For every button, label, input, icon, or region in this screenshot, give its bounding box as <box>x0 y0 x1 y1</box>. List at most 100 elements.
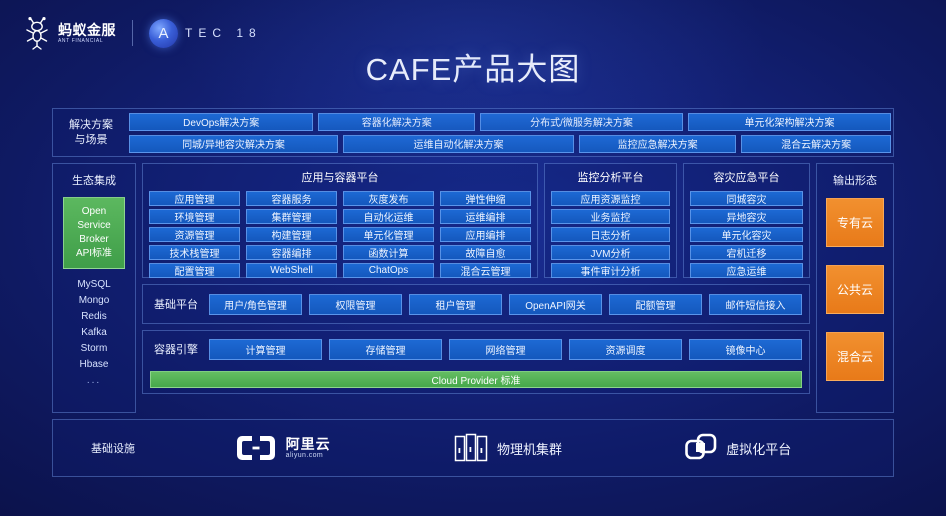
monitoring-item[interactable]: 日志分析 <box>551 227 670 242</box>
infrastructure-band: 基础设施 阿里云 aliyun.com 物理机集群 虚拟化平台 <box>52 419 894 477</box>
app-platform-item[interactable]: 容器服务 <box>246 191 337 206</box>
ant-financial-name-cn: 蚂蚁金服 <box>58 21 116 38</box>
solution-chip[interactable]: 混合云解决方案 <box>741 134 891 153</box>
disaster-recovery-platform: 容灾应急平台 同城容灾 异地容灾 单元化容灾 宕机迁移 应急运维 <box>683 163 810 278</box>
container-engine-item[interactable]: 网络管理 <box>449 338 562 360</box>
cloud-provider-standard-bar: Cloud Provider 标准 <box>150 371 802 388</box>
container-engine-block: 容器引擎 计算管理 存储管理 网络管理 资源调度 镜像中心 Cloud Prov… <box>142 330 810 394</box>
output-forms-title: 输出形态 <box>833 175 877 187</box>
solution-chip[interactable]: 同城/异地容灾解决方案 <box>129 134 338 153</box>
base-platform-item[interactable]: 租户管理 <box>409 293 502 315</box>
app-platform-item[interactable]: 单元化管理 <box>343 227 434 242</box>
server-rack-icon <box>454 433 488 462</box>
ecosystem-item: Kafka <box>81 327 107 338</box>
app-platform-item[interactable]: 环境管理 <box>149 209 240 224</box>
ecosystem-column: 生态集成 Open Service Broker API标准 MySQL Mon… <box>52 163 136 413</box>
solutions-label-line1: 解决方案 <box>69 118 113 131</box>
aliyun-name-cn: 阿里云 <box>285 435 331 452</box>
container-engine-label: 容器引擎 <box>154 344 198 356</box>
solutions-label-line2: 与场景 <box>74 133 108 146</box>
solution-chip[interactable]: 运维自动化解决方案 <box>342 134 575 153</box>
osb-line: API标准 <box>75 248 113 259</box>
solution-chip[interactable]: 监控应急解决方案 <box>579 134 737 153</box>
app-platform-item[interactable]: 混合云管理 <box>440 263 531 278</box>
dr-item[interactable]: 应急运维 <box>690 263 803 278</box>
dr-item[interactable]: 异地容灾 <box>690 209 803 224</box>
middle-region: 生态集成 Open Service Broker API标准 MySQL Mon… <box>52 163 894 413</box>
virtualization-entry: 虚拟化平台 <box>685 433 791 463</box>
osb-line: Broker <box>79 234 109 245</box>
osb-line: Service <box>77 220 111 231</box>
aliyun-entry: 阿里云 aliyun.com <box>235 433 331 463</box>
app-platform-item[interactable]: 构建管理 <box>246 227 337 242</box>
app-platform-item[interactable]: 集群管理 <box>246 209 337 224</box>
physical-cluster-label: 物理机集群 <box>496 441 562 457</box>
ant-financial-name-en: ANT FINANCIAL <box>58 37 104 44</box>
app-platform-item[interactable]: 灰度发布 <box>343 191 434 206</box>
solutions-band: 解决方案 与场景 DevOps解决方案 容器化解决方案 分布式/微服务解决方案 … <box>52 108 894 157</box>
monitoring-item[interactable]: JVM分析 <box>551 245 670 260</box>
base-platform-item[interactable]: 权限管理 <box>309 293 402 315</box>
aliyun-cloud-icon <box>236 436 275 460</box>
base-platform-item[interactable]: 邮件短信接入 <box>709 293 802 315</box>
app-platform-item[interactable]: 自动化运维 <box>343 209 434 224</box>
ecosystem-title: 生态集成 <box>72 175 116 187</box>
output-form-item[interactable]: 混合云 <box>826 332 884 381</box>
app-platform-item[interactable]: 弹性伸缩 <box>440 191 531 206</box>
dr-platform-title: 容灾应急平台 <box>713 172 780 184</box>
solution-chip[interactable]: DevOps解决方案 <box>129 112 314 131</box>
solutions-row-1: DevOps解决方案 容器化解决方案 分布式/微服务解决方案 单元化架构解决方案 <box>129 112 892 131</box>
app-platform-item[interactable]: 技术栈管理 <box>149 245 240 260</box>
monitoring-item[interactable]: 业务监控 <box>551 209 670 224</box>
ecosystem-item: Mongo <box>78 295 110 306</box>
monitoring-item[interactable]: 应用资源监控 <box>551 191 670 206</box>
solution-chip[interactable]: 单元化架构解决方案 <box>688 112 892 131</box>
container-engine-item[interactable]: 计算管理 <box>209 338 322 360</box>
container-engine-row: 容器引擎 计算管理 存储管理 网络管理 资源调度 镜像中心 <box>143 331 809 367</box>
solution-chip[interactable]: 容器化解决方案 <box>318 112 476 131</box>
app-container-platform: 应用与容器平台 应用管理 容器服务 灰度发布 弹性伸缩 环境管理 集群管理 自动… <box>142 163 538 278</box>
app-platform-title: 应用与容器平台 <box>301 172 379 184</box>
brand-divider <box>132 20 133 46</box>
app-platform-item[interactable]: 函数计算 <box>343 245 434 260</box>
base-platform-row: 基础平台 用户/角色管理 权限管理 租户管理 OpenAPI网关 配额管理 邮件… <box>142 284 810 324</box>
virtualization-label: 虚拟化平台 <box>726 441 792 457</box>
app-platform-item[interactable]: 配置管理 <box>149 263 240 278</box>
container-engine-item[interactable]: 镜像中心 <box>689 338 802 360</box>
page-title: CAFE产品大图 <box>365 52 581 87</box>
app-platform-item[interactable]: 应用编排 <box>440 227 531 242</box>
infrastructure-label: 基础设施 <box>91 443 135 455</box>
atec-letter: A <box>158 24 169 42</box>
osb-line: Open <box>81 206 107 217</box>
output-form-item[interactable]: 公共云 <box>826 265 884 314</box>
app-platform-item[interactable]: 应用管理 <box>149 191 240 206</box>
app-platform-item[interactable]: 容器编排 <box>246 245 337 260</box>
base-platform-item[interactable]: 用户/角色管理 <box>209 293 302 315</box>
ecosystem-item-more: ... <box>86 375 102 386</box>
virtualization-icon <box>685 433 717 460</box>
dr-item[interactable]: 同城容灾 <box>690 191 803 206</box>
ecosystem-item: Hbase <box>79 359 109 370</box>
app-platform-item[interactable]: 故障自愈 <box>440 245 531 260</box>
open-service-broker-box: Open Service Broker API标准 <box>63 197 125 269</box>
app-platform-item[interactable]: 运维编排 <box>440 209 531 224</box>
container-engine-item[interactable]: 存储管理 <box>329 338 442 360</box>
aliyun-name-en: aliyun.com <box>285 451 324 459</box>
dr-item[interactable]: 单元化容灾 <box>690 227 803 242</box>
monitoring-item[interactable]: 事件审计分析 <box>551 263 670 278</box>
slide-canvas: 蚂蚁金服 ANT FINANCIAL A TEC 18 CAFE产品大图 解决方… <box>0 0 946 516</box>
platforms-row: 应用与容器平台 应用管理 容器服务 灰度发布 弹性伸缩 环境管理 集群管理 自动… <box>142 163 810 278</box>
app-platform-grid: 应用管理 容器服务 灰度发布 弹性伸缩 环境管理 集群管理 自动化运维 运维编排… <box>149 191 531 278</box>
monitoring-platform-grid: 应用资源监控 业务监控 日志分析 JVM分析 事件审计分析 <box>551 191 670 278</box>
app-platform-item[interactable]: 资源管理 <box>149 227 240 242</box>
solutions-label: 解决方案 与场景 <box>53 118 129 148</box>
output-form-item[interactable]: 专有云 <box>826 198 884 247</box>
base-platform-item[interactable]: 配额管理 <box>609 293 702 315</box>
app-platform-item[interactable]: WebShell <box>246 263 337 278</box>
ecosystem-item: Redis <box>81 311 107 322</box>
base-platform-item[interactable]: OpenAPI网关 <box>509 293 602 315</box>
container-engine-item[interactable]: 资源调度 <box>569 338 682 360</box>
solution-chip[interactable]: 分布式/微服务解决方案 <box>480 112 684 131</box>
dr-item[interactable]: 宕机迁移 <box>690 245 803 260</box>
app-platform-item[interactable]: ChatOps <box>343 263 434 278</box>
